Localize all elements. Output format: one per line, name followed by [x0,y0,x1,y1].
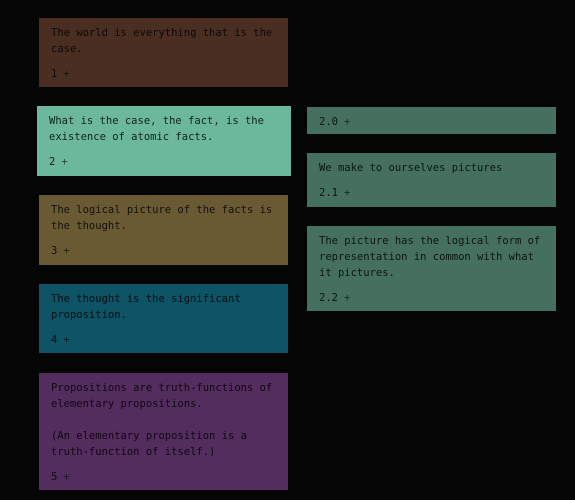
card-text: What is the case, the fact, is the exist… [49,115,271,143]
card-text: We make to ourselves pictures [319,162,503,174]
add-child-button[interactable]: + [344,185,350,201]
child-card-2-2[interactable]: The picture has the logical form of repr… [307,226,556,311]
card-1[interactable]: The world is everything that is the case… [39,18,288,87]
add-child-button[interactable]: + [344,114,350,130]
card-text: The thought is the significant propositi… [51,293,247,321]
card-5[interactable]: Propositions are truth-functions of elem… [39,373,288,490]
add-child-button[interactable]: + [344,290,350,306]
add-child-button[interactable]: + [63,243,69,259]
card-text: The picture has the logical form of repr… [319,235,547,279]
card-4[interactable]: The thought is the significant propositi… [39,284,288,353]
add-child-button[interactable]: + [63,469,69,485]
add-child-button[interactable]: + [63,66,69,82]
card-number: 1 [51,68,58,80]
card-text: The world is everything that is the case… [51,27,279,55]
card-text: Propositions are truth-functions of elem… [51,382,273,458]
add-child-button[interactable]: + [61,154,67,170]
card-number: 3 [51,245,58,257]
child-card-2-1[interactable]: We make to ourselves pictures 2.1 + [307,153,556,207]
card-number: 4 [51,334,58,346]
child-card-2-0[interactable]: 2.0 + [307,107,556,134]
card-number: 2 [49,156,56,168]
card-number: 5 [51,471,58,483]
card-3[interactable]: The logical picture of the facts is the … [39,195,288,265]
card-number: 2.0 [319,116,338,128]
card-2-active[interactable]: What is the case, the fact, is the exist… [37,106,291,176]
add-child-button[interactable]: + [63,332,69,348]
card-number: 2.1 [319,187,338,199]
card-number: 2.2 [319,292,338,304]
card-text: The logical picture of the facts is the … [51,204,279,232]
